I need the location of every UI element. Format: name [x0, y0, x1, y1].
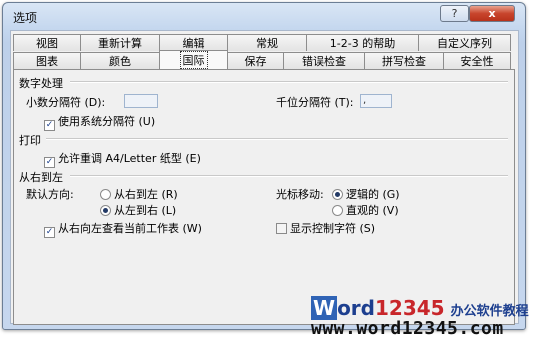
help-icon: ?: [451, 7, 458, 20]
print-separator: [46, 138, 508, 140]
tab-security[interactable]: 安全性: [443, 52, 511, 69]
cursor-visual-option[interactable]: 直观的 (V): [332, 202, 399, 218]
decimal-separator-label: 小数分隔符 (D):: [26, 96, 106, 109]
show-control-checkbox-icon[interactable]: [276, 223, 287, 234]
show-control-label: 显示控制字符 (S): [290, 222, 376, 235]
allow-resize-label: 允许重调 A4/Letter 纸型 (E): [58, 152, 201, 165]
default-direction-label: 默认方向:: [26, 188, 74, 201]
number-heading: 数字处理: [19, 77, 63, 90]
rtl-separator: [70, 175, 508, 177]
cursor-visual-radio-icon[interactable]: [332, 205, 343, 216]
cursor-logical-label: 逻辑的 (G): [346, 188, 400, 201]
view-current-rtl-option[interactable]: ✓ 从右向左查看当前工作表 (W): [44, 220, 202, 238]
view-current-label: 从右向左查看当前工作表 (W): [58, 222, 202, 235]
use-system-checkbox-icon[interactable]: ✓: [44, 120, 55, 131]
cursor-logical-radio-icon[interactable]: [332, 189, 343, 200]
tab-chart[interactable]: 图表: [13, 52, 81, 69]
direction-ltr-label: 从左到右 (L): [114, 204, 177, 217]
tab-general[interactable]: 常规: [227, 34, 307, 51]
tab-calculation[interactable]: 重新计算: [80, 34, 160, 51]
use-system-separators[interactable]: ✓ 使用系统分隔符 (U): [44, 113, 155, 131]
watermark-number: 12345: [374, 296, 445, 320]
direction-ltr-option[interactable]: 从左到右 (L): [100, 202, 176, 218]
allow-resize-option[interactable]: ✓ 允许重调 A4/Letter 纸型 (E): [44, 150, 201, 168]
cursor-movement-label: 光标移动:: [276, 188, 324, 201]
cursor-logical-option[interactable]: 逻辑的 (G): [332, 186, 400, 202]
direction-rtl-radio-icon[interactable]: [100, 189, 111, 200]
use-system-label: 使用系统分隔符 (U): [58, 115, 156, 128]
view-current-checkbox-icon[interactable]: ✓: [44, 227, 55, 238]
thousands-separator-input[interactable]: ,: [360, 94, 392, 108]
number-separator: [70, 81, 508, 83]
international-panel: 数字处理 小数分隔符 (D): 千位分隔符 (T): , ✓ 使用系统分隔符 (U…: [13, 69, 515, 325]
watermark-ord: ord: [337, 296, 375, 320]
watermark-url: www.word12345.com: [311, 318, 504, 339]
tab-row-front: 图表 颜色 国际 保存 错误检查 拼写检查 安全性: [13, 50, 511, 69]
direction-rtl-label: 从右到左 (R): [114, 188, 178, 201]
tab-custom-lists[interactable]: 自定义序列: [418, 34, 511, 51]
close-button[interactable]: x: [469, 5, 515, 22]
direction-ltr-radio-icon[interactable]: [100, 205, 111, 216]
close-icon: x: [488, 7, 496, 20]
tab-123-help[interactable]: 1-2-3 的帮助: [306, 34, 419, 51]
thousands-separator-label: 千位分隔符 (T):: [276, 96, 354, 109]
tab-edit[interactable]: 编辑: [159, 34, 228, 51]
tab-spelling[interactable]: 拼写检查: [364, 52, 444, 69]
tab-color[interactable]: 颜色: [80, 52, 160, 69]
print-heading: 打印: [19, 134, 41, 147]
rtl-heading: 从右到左: [19, 171, 63, 184]
tab-view[interactable]: 视图: [13, 34, 81, 51]
direction-rtl-option[interactable]: 从右到左 (R): [100, 186, 178, 202]
cursor-visual-label: 直观的 (V): [346, 204, 399, 217]
tab-row-back: 视图 重新计算 编辑 常规 1-2-3 的帮助 自定义序列: [13, 34, 511, 51]
watermark-brand: Word12345 办公软件教程: [311, 296, 529, 320]
tab-international[interactable]: 国际: [159, 50, 228, 69]
allow-resize-checkbox-icon[interactable]: ✓: [44, 157, 55, 168]
tab-save[interactable]: 保存: [227, 52, 284, 69]
decimal-separator-input[interactable]: [124, 94, 158, 108]
title-bar[interactable]: 选项 ? x: [3, 3, 525, 31]
dialog-client: 视图 重新计算 编辑 常规 1-2-3 的帮助 自定义序列 图表 颜色 国际 保…: [10, 30, 519, 325]
window-title: 选项: [13, 11, 38, 25]
show-control-chars-option[interactable]: 显示控制字符 (S): [276, 220, 375, 236]
tab-error-checking[interactable]: 错误检查: [283, 52, 365, 69]
watermark-tagline: 办公软件教程: [450, 304, 529, 319]
help-button[interactable]: ?: [440, 5, 469, 22]
options-dialog: 选项 ? x 视图 重新计算 编辑 常规 1-2-3 的帮助 自定义序列 图表 …: [2, 2, 526, 330]
watermark-w: W: [311, 296, 338, 320]
